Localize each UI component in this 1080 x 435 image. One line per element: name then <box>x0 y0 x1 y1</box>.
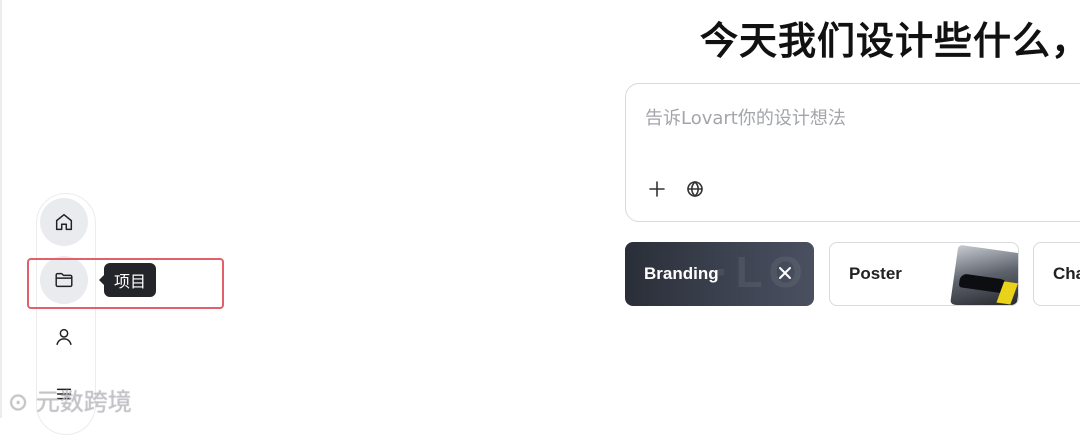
chip-branding[interactable]: ·LO Branding <box>625 242 814 306</box>
annotation-highlight-box <box>27 258 224 309</box>
watermark-text: 元数跨境 <box>35 388 132 416</box>
chip-decoration: ·LO <box>715 248 809 297</box>
prompt-input[interactable] <box>645 108 1065 129</box>
chip-poster[interactable]: Poster <box>829 242 1019 306</box>
window-edge <box>0 0 2 418</box>
chip-partial[interactable]: Cha <box>1033 242 1080 306</box>
poster-thumbnail <box>950 244 1018 305</box>
globe-icon <box>687 180 703 198</box>
web-search-button[interactable] <box>682 176 708 202</box>
chip-label: Branding <box>644 264 719 283</box>
close-icon <box>779 267 791 279</box>
watermark: ⊙ 元数跨境 <box>8 382 132 417</box>
page-title: 今天我们设计些什么， <box>700 19 1080 63</box>
sidebar-item-home[interactable] <box>40 198 88 246</box>
chip-label: Poster <box>849 264 902 283</box>
user-icon <box>56 328 72 346</box>
chip-close-button[interactable] <box>776 264 794 282</box>
plus-icon <box>649 181 665 197</box>
prompt-box <box>625 83 1080 222</box>
sidebar-item-profile[interactable] <box>40 313 88 361</box>
chip-label: Cha <box>1053 264 1080 283</box>
home-icon <box>55 213 73 231</box>
watermark-logo-icon: ⊙ <box>8 388 29 416</box>
add-attachment-button[interactable] <box>644 176 670 202</box>
